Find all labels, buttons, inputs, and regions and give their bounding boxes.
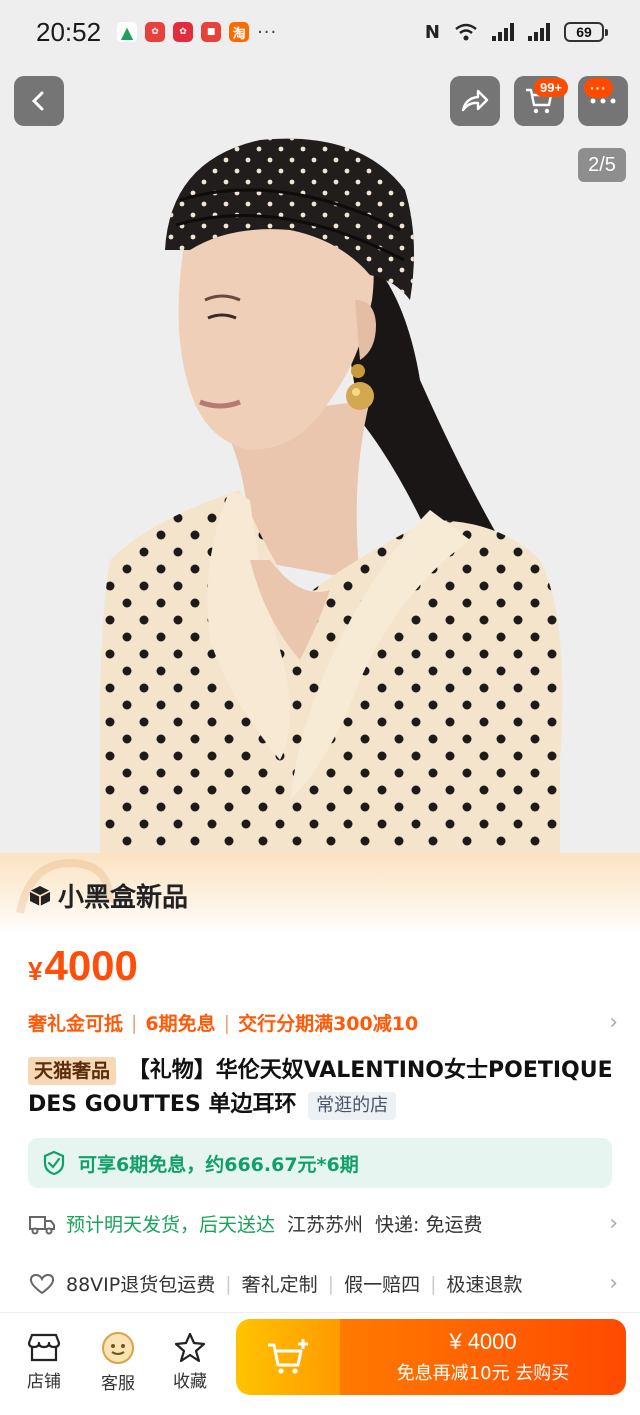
more-badge: ··· (584, 78, 613, 98)
huawei-icon: ✿ (173, 22, 194, 42)
delivery-row[interactable]: 预计明天发货，后天送达 江苏苏州 快递: 免运费 › (28, 1210, 618, 1237)
wifi-icon (455, 23, 477, 41)
service-separator: | (327, 1272, 335, 1295)
add-to-cart-button[interactable] (236, 1319, 340, 1395)
notification-icons: ▲ ✿ ✿ ■ 淘 ··· (117, 22, 277, 43)
buy-price: ¥ 4000 (449, 1329, 517, 1354)
promo-separator: | (223, 1011, 231, 1034)
services-row[interactable]: 88VIP退货包运费 | 奢礼定制 | 假一赔四 | 极速退款 › (28, 1270, 618, 1297)
favorite-label: 收藏 (173, 1372, 207, 1392)
service-item: 假一赔四 (344, 1274, 421, 1296)
signal-icon (528, 23, 550, 41)
favorite-button[interactable]: 收藏 (160, 1331, 220, 1392)
promo-item: 奢礼金可抵 (28, 1013, 124, 1035)
chevron-right-icon: › (609, 1271, 618, 1296)
promo-item: 6期免息 (145, 1013, 216, 1035)
customer-service-label: 客服 (101, 1374, 135, 1394)
product-price: ¥ 4000 (28, 942, 138, 990)
bottom-action-bar: 店铺 客服 收藏 ¥ 4000 免息再减10元 去购买 (0, 1312, 640, 1415)
store-button[interactable]: 店铺 (14, 1331, 74, 1392)
status-time: 20:52 (36, 16, 102, 47)
customer-service-button[interactable]: 客服 (88, 1331, 148, 1394)
shield-check-icon (43, 1150, 65, 1176)
system-indicators: N 69 (424, 21, 608, 43)
image-counter: 2/5 (578, 148, 626, 182)
ship-from-location: 江苏苏州 (287, 1214, 364, 1236)
courier-fee: 快递: 免运费 (375, 1214, 483, 1236)
chevron-left-icon (31, 91, 44, 111)
signal-icon (492, 23, 514, 41)
frequent-shop-tag[interactable]: 常逛的店 (308, 1092, 397, 1120)
promotions-row[interactable]: 奢礼金可抵 | 6期免息 | 交行分期满300减10 › (28, 1009, 618, 1036)
customer-service-icon (102, 1332, 134, 1364)
tmall-luxury-tag: 天猫奢品 (28, 1057, 117, 1085)
price-amount: 4000 (44, 942, 138, 989)
share-button[interactable] (450, 76, 500, 126)
service-item: 88VIP退货包运费 (66, 1274, 216, 1296)
nfc-icon: N (424, 21, 440, 43)
service-separator: | (225, 1272, 232, 1295)
new-product-label: 小黑盒新品 (28, 877, 188, 914)
black-box-icon (29, 885, 51, 906)
price-currency: ¥ (28, 956, 43, 986)
add-cart-icon (268, 1339, 308, 1374)
chevron-right-icon: › (609, 1010, 618, 1035)
product-detail-page: 20:52 ▲ ✿ ✿ ■ 淘 ··· N 69 99+ ··· 2/5 小黑盒… (0, 0, 640, 1415)
service-item: 奢礼定制 (241, 1274, 318, 1296)
status-bar: 20:52 ▲ ✿ ✿ ■ 淘 ··· N 69 (0, 0, 640, 64)
delivery-estimate: 预计明天发货，后天送达 (66, 1214, 276, 1236)
mountain-app-icon: ▲ (117, 22, 138, 42)
buy-label: 免息再减10元 去购买 (396, 1363, 570, 1384)
heart-icon (29, 1273, 55, 1294)
service-separator: | (430, 1272, 437, 1295)
promo-item: 交行分期满300减10 (238, 1013, 419, 1035)
installment-banner[interactable]: 可享6期免息，约666.67元*6期 (28, 1138, 612, 1188)
back-button[interactable] (14, 76, 64, 126)
chevron-right-icon: › (609, 1211, 618, 1236)
taobao-icon: 淘 (229, 22, 250, 42)
huawei-icon: ✿ (145, 22, 166, 42)
store-icon (27, 1333, 61, 1362)
product-image-carousel[interactable] (0, 0, 640, 900)
purchase-buttons: ¥ 4000 免息再减10元 去购买 (236, 1319, 626, 1395)
red-app-icon: ■ (201, 22, 222, 42)
battery-indicator: 69 (564, 22, 608, 42)
cart-count-badge: 99+ (534, 78, 569, 97)
new-product-banner: 小黑盒新品 (0, 853, 640, 933)
truck-icon (29, 1215, 55, 1234)
buy-now-button[interactable]: ¥ 4000 免息再减10元 去购买 (340, 1319, 626, 1395)
store-label: 店铺 (27, 1372, 61, 1392)
installment-text: 可享6期免息，约666.67元*6期 (78, 1153, 359, 1176)
star-icon (174, 1332, 206, 1363)
service-item: 极速退款 (446, 1274, 523, 1296)
new-product-text: 小黑盒新品 (58, 883, 189, 913)
more-notifications-icon: ··· (257, 21, 278, 43)
model-wearing-earring-photo (100, 138, 563, 900)
share-icon (461, 89, 489, 112)
product-title: 天猫奢品 【礼物】华伦天奴VALENTINO女士POETIQUE DES GOU… (28, 1054, 618, 1122)
promo-separator: | (131, 1011, 138, 1034)
